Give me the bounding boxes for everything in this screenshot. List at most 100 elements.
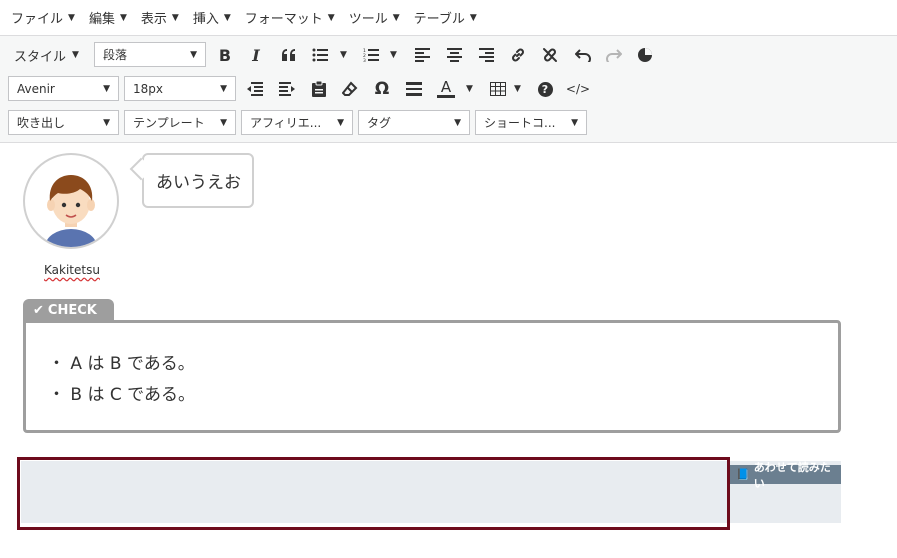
menu-format-label: フォーマット [244, 12, 323, 27]
style-dropdown-label: スタイル [14, 49, 67, 65]
format-select[interactable]: 段落 ▼ [94, 42, 206, 67]
chevron-down-icon: ▼ [220, 117, 227, 128]
pie-chart-icon[interactable] [632, 43, 658, 67]
svg-text:3: 3 [363, 58, 366, 62]
chevron-down-icon: ▼ [103, 83, 110, 94]
chevron-down-icon: ▼ [469, 12, 477, 23]
menu-file-label: ファイル [11, 12, 64, 27]
avatar-name: Kakitetsu [44, 263, 100, 277]
toolbar-row-3: 吹き出し ▼ テンプレート ▼ アフィリエ... ▼ タグ ▼ ショートコ... ▼ [0, 106, 897, 140]
template-select[interactable]: テンプレート ▼ [124, 110, 236, 135]
chevron-down-icon: ▼ [220, 83, 227, 94]
text-color-chevron-down-icon[interactable]: ▼ [466, 84, 473, 94]
avatar [23, 153, 119, 249]
menu-view-label: 表示 [140, 12, 167, 27]
font-size-value: 18px [133, 81, 163, 96]
align-right-icon[interactable] [473, 43, 499, 67]
menu-format[interactable]: フォーマット ▼ [238, 0, 342, 36]
toolbar-row-1: スタイル ▼ 段落 ▼ B I ▼ 123 ▼ [0, 38, 897, 72]
chevron-down-icon: ▼ [392, 12, 400, 23]
align-left-icon[interactable] [409, 43, 435, 67]
menu-table[interactable]: テーブル ▼ [407, 0, 484, 36]
align-center-icon[interactable] [441, 43, 467, 67]
font-family-value: Avenir [17, 81, 55, 96]
chevron-down-icon: ▼ [103, 117, 110, 128]
speech-bubble-select[interactable]: 吹き出し ▼ [8, 110, 119, 135]
check-box-tab: ✔ CHECK [23, 299, 114, 321]
check-box-line-1: ・ A は B である。 [48, 354, 195, 374]
related-posts-selection-highlight [17, 457, 730, 530]
speech-bubble: あいうえお [142, 153, 254, 208]
numbered-list-icon[interactable]: 123 [358, 43, 384, 67]
check-box-tab-label: CHECK [47, 302, 97, 318]
text-color-swatch [437, 95, 455, 98]
speech-bubble-select-label: 吹き出し [17, 116, 66, 130]
italic-icon[interactable]: I [243, 43, 269, 67]
related-posts-tab-label: あわせて読みたい [753, 460, 831, 490]
editor-toolbar: スタイル ▼ 段落 ▼ B I ▼ 123 ▼ Avenir ▼ 18px ▼ … [0, 36, 897, 143]
bullet-list-icon[interactable] [307, 43, 333, 67]
check-box: ・ A は B である。 ・ B は C である。 [23, 320, 841, 433]
chevron-down-icon: ▼ [190, 49, 197, 60]
tag-select-label: タグ [367, 116, 392, 130]
related-posts-tab: 📘 あわせて読みたい [729, 461, 841, 490]
chevron-down-icon: ▼ [454, 117, 461, 128]
template-select-label: テンプレート [133, 116, 205, 130]
chevron-down-icon: ▼ [171, 12, 179, 23]
chevron-down-icon: ▼ [337, 117, 344, 128]
chevron-down-icon: ▼ [223, 12, 231, 23]
chevron-down-icon: ▼ [571, 117, 578, 128]
omega-icon[interactable]: Ω [369, 77, 395, 101]
book-icon: 📘 [736, 468, 750, 481]
checkmark-icon: ✔ [33, 302, 44, 318]
font-size-select[interactable]: 18px ▼ [124, 76, 236, 101]
horizontal-rule-icon[interactable] [401, 77, 427, 101]
check-box-line-2: ・ B は C である。 [48, 385, 195, 405]
chevron-down-icon: ▼ [72, 50, 79, 60]
chevron-down-icon: ▼ [119, 12, 127, 23]
menu-tools-label: ツール [348, 12, 388, 27]
menu-view[interactable]: 表示 ▼ [134, 0, 186, 36]
affiliate-select[interactable]: アフィリエ... ▼ [241, 110, 353, 135]
paste-icon[interactable] [306, 77, 332, 101]
menu-insert[interactable]: 挿入 ▼ [186, 0, 238, 36]
undo-icon[interactable] [570, 43, 596, 67]
text-color-icon[interactable]: A [433, 77, 459, 101]
help-icon[interactable]: ? [532, 77, 558, 101]
link-icon[interactable] [505, 43, 531, 67]
chevron-down-icon: ▼ [327, 12, 335, 23]
menubar: ファイル ▼ 編集 ▼ 表示 ▼ 挿入 ▼ フォーマット ▼ ツール ▼ テーブル ▼ [0, 0, 897, 36]
table-icon[interactable] [485, 77, 511, 101]
outdent-icon[interactable] [242, 77, 268, 101]
affiliate-select-label: アフィリエ... [250, 116, 322, 130]
shortcode-select[interactable]: ショートコ... ▼ [475, 110, 587, 135]
format-select-value: 段落 [103, 48, 128, 62]
unlink-icon[interactable] [537, 43, 563, 67]
menu-edit-label: 編集 [88, 12, 115, 27]
avatar-illustration [45, 175, 97, 247]
shortcode-select-label: ショートコ... [484, 116, 556, 130]
menu-table-label: テーブル [413, 12, 465, 27]
redo-icon[interactable] [601, 43, 627, 67]
bold-icon[interactable]: B [212, 43, 238, 67]
menu-edit[interactable]: 編集 ▼ [82, 0, 134, 36]
menu-file[interactable]: ファイル ▼ [4, 0, 82, 36]
numbered-list-chevron-down-icon[interactable]: ▼ [390, 50, 397, 60]
table-chevron-down-icon[interactable]: ▼ [514, 84, 521, 94]
chevron-down-icon: ▼ [68, 12, 75, 23]
code-icon[interactable]: </> [565, 77, 591, 101]
editor-content[interactable]: Kakitetsu あいうえお ✔ CHECK ・ A は B である。 ・ B… [0, 143, 897, 558]
bullet-list-chevron-down-icon[interactable]: ▼ [340, 50, 347, 60]
toolbar-row-2: Avenir ▼ 18px ▼ Ω A ▼ ▼ ? </> [0, 72, 897, 106]
text-color-glyph: A [440, 78, 452, 96]
font-family-select[interactable]: Avenir ▼ [8, 76, 119, 101]
help-glyph: ? [537, 81, 553, 97]
indent-icon[interactable] [274, 77, 300, 101]
menu-tools[interactable]: ツール ▼ [342, 0, 407, 36]
style-dropdown[interactable]: スタイル ▼ [14, 43, 79, 67]
tag-select[interactable]: タグ ▼ [358, 110, 470, 135]
blockquote-icon[interactable] [276, 43, 302, 67]
speech-bubble-text: あいうえお [156, 173, 241, 193]
eraser-icon[interactable] [337, 77, 363, 101]
menu-insert-label: 挿入 [192, 12, 219, 27]
